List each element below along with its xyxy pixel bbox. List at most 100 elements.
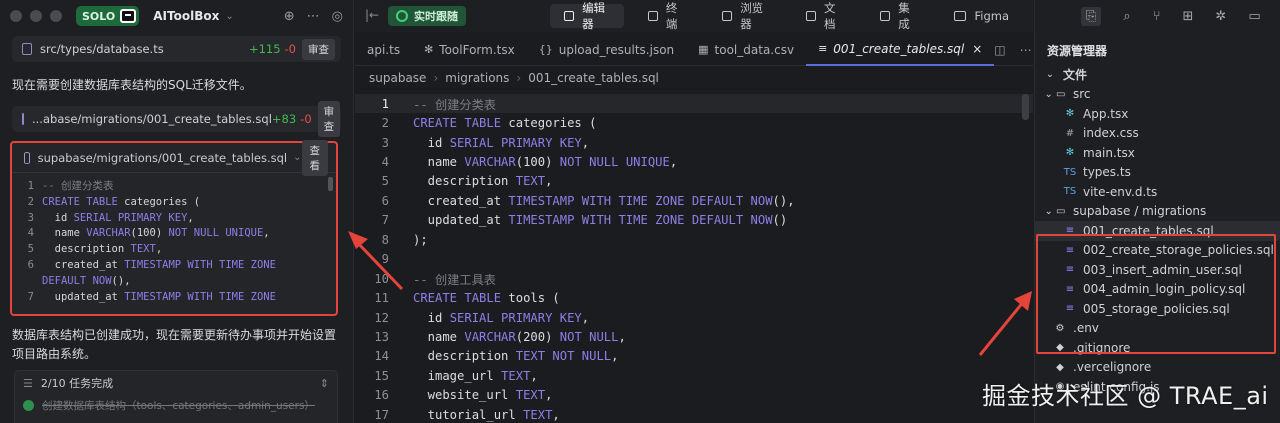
review-button[interactable]: 审查 <box>302 38 335 60</box>
code-line: 3 id SERIAL PRIMARY KEY, <box>12 211 336 227</box>
tree-item[interactable]: ⌄ ▭ supabase / migrations <box>1035 202 1280 222</box>
mode-label: 文档 <box>823 1 836 31</box>
review-button[interactable]: 审查 <box>317 101 341 137</box>
code-text: updated_at TIMESTAMP WITH TIME ZONE DEFA… <box>413 213 788 228</box>
editor-area: |← 实时跟随 编辑器 终端 浏览器 文档 集成 Figma api.ts ✻ ToolFor… <box>355 0 1033 423</box>
more-icon[interactable]: ⋯ <box>1020 43 1032 57</box>
code-line: 4 name VARCHAR(100) NOT NULL UNIQUE, <box>12 226 336 242</box>
collapse-sidebar-icon[interactable]: |← <box>365 8 379 22</box>
tree-item[interactable]: TS types.ts <box>1035 163 1280 183</box>
file-icon: ⌄ ▭ <box>1044 205 1066 217</box>
line-number: 14 <box>374 349 389 364</box>
file-icon: # <box>1065 127 1075 139</box>
line-number: 6 <box>381 193 389 208</box>
code-text: tutorial_url TEXT, <box>413 407 560 422</box>
tree-item[interactable]: ◆ .vercelignore <box>1035 358 1280 378</box>
tree-item[interactable]: # index.css <box>1035 124 1280 144</box>
window-controls[interactable] <box>10 10 62 22</box>
split-editor-icon[interactable]: ◫ <box>994 43 1005 57</box>
live-follow-label: 实时跟随 <box>414 10 458 23</box>
new-chat-icon[interactable]: ⊕ <box>284 9 295 24</box>
more-icon[interactable]: ⋯ <box>307 9 320 24</box>
line-number: 11 <box>374 291 389 306</box>
view-button[interactable]: 查看 <box>301 139 328 176</box>
line-number: 10 <box>374 271 389 286</box>
tree-item[interactable]: ⌄ ▭ src <box>1035 85 1280 105</box>
code-preview-card: supabase/migrations/001_create_tables.sq… <box>10 139 338 316</box>
file-tab[interactable]: ≡ 001_create_tables.sql × <box>806 34 995 66</box>
code-text: created_at TIMESTAMP WITH TIME ZONE <box>42 258 276 271</box>
extensions-icon[interactable]: ⊞ <box>1183 9 1194 24</box>
code-text: updated_at TIMESTAMP WITH TIME ZONE <box>42 290 276 303</box>
mode-tab-1[interactable]: 终端 <box>634 1 698 31</box>
file-tab[interactable]: ▦ tool_data.csv <box>686 34 806 66</box>
files-icon[interactable]: ⎘ <box>1081 6 1102 26</box>
solo-label: SOLO <box>82 9 116 23</box>
code-line: 9 <box>355 250 1033 269</box>
code-text: id SERIAL PRIMARY KEY, <box>413 310 590 325</box>
chevron-right-icon: › <box>516 71 522 85</box>
changed-file-chip[interactable]: src/types/database.ts +115 -0 审查 <box>12 36 341 62</box>
editor-scrollbar[interactable] <box>1022 94 1029 120</box>
assistant-message: 数据库表结构已创建成功，现在需要更新待办事项并开始设置项目路由系统。 <box>12 328 337 361</box>
line-number: 16 <box>374 388 389 403</box>
file-type-icon: ✻ <box>424 43 434 56</box>
chevron-down-icon[interactable]: ⌄ <box>293 152 301 163</box>
chevron-down-icon[interactable]: ⌄ <box>225 11 233 22</box>
code-text: description TEXT, <box>413 174 553 189</box>
live-follow-button[interactable]: 实时跟随 <box>388 6 466 26</box>
code-line: 6 created_at TIMESTAMP WITH TIME ZONE <box>12 258 336 274</box>
mode-tab-0[interactable]: 编辑器 <box>550 1 624 31</box>
code-line: DEFAULT NOW(), <box>12 274 336 290</box>
task-progress[interactable]: ☰ 2/10 任务完成 ⇕ <box>15 371 337 395</box>
code-line: 7 updated_at TIMESTAMP WITH TIME ZONE <box>12 290 336 306</box>
close-icon[interactable]: × <box>972 42 982 56</box>
line-number: 3 <box>27 211 34 224</box>
code-text: ); <box>413 232 428 247</box>
expand-icon[interactable]: ⇕ <box>320 377 329 390</box>
tree-label: types.ts <box>1083 165 1131 180</box>
file-tab[interactable]: {} upload_results.json <box>527 34 686 66</box>
changed-file-chip[interactable]: ...abase/migrations/001_create_tables.sq… <box>12 101 341 137</box>
watermark: 掘金技术社区 @ TRAE_ai <box>982 382 1269 410</box>
task-item-label: 创建数据库表结构（tools、categories、admin_users） <box>42 399 315 412</box>
source-control-icon[interactable]: ⑂ <box>1153 9 1161 24</box>
project-name[interactable]: AIToolBox <box>153 9 219 23</box>
mode-tab-3[interactable]: 文档 <box>792 1 856 31</box>
code-text: id SERIAL PRIMARY KEY, <box>42 211 194 224</box>
lines-added: +115 <box>248 42 281 56</box>
mode-icon <box>880 11 891 21</box>
search-icon[interactable]: ⌕ <box>1123 9 1130 24</box>
mode-label: 集成 <box>898 1 910 31</box>
code-text: -- 创建分类表 <box>42 180 114 192</box>
code-editor[interactable]: 1 -- 创建分类表 2 CREATE TABLE categories (3 id … <box>355 94 1033 423</box>
mode-tab-2[interactable]: 浏览器 <box>708 1 782 31</box>
code-text: name VARCHAR(200) NOT NULL, <box>413 329 626 344</box>
debug-icon[interactable]: ✲ <box>1215 9 1226 24</box>
solo-badge[interactable]: SOLO <box>76 6 140 26</box>
mode-tab-5[interactable]: Figma <box>940 4 1023 28</box>
file-tab[interactable]: api.ts <box>355 34 412 66</box>
file-icon: ✻ <box>1065 147 1075 159</box>
tree-item[interactable]: ⌄ 文件 <box>1035 65 1280 85</box>
breadcrumb-item[interactable]: 001_create_tables.sql <box>528 71 659 85</box>
file-tabs: api.ts ✻ ToolForm.tsx {} upload_results.json… <box>355 34 1033 66</box>
file-tab[interactable]: ✻ ToolForm.tsx <box>412 34 527 66</box>
tree-item[interactable]: ✻ App.tsx <box>1035 104 1280 124</box>
code-line: 1 -- 创建分类表 <box>12 179 336 195</box>
left-topbar: SOLO AIToolBox ⌄ ⊕ ⋯ ◎ <box>0 0 353 32</box>
preview-icon[interactable]: ▭ <box>1248 9 1260 24</box>
account-icon[interactable]: ◎ <box>332 9 343 24</box>
tree-label: 文件 <box>1063 68 1088 83</box>
tree-item[interactable]: TS vite-env.d.ts <box>1035 182 1280 202</box>
mode-icon <box>564 11 575 21</box>
breadcrumb-item[interactable]: migrations <box>445 71 509 85</box>
tab-label: ToolForm.tsx <box>439 42 515 57</box>
tree-item[interactable]: ✻ main.tsx <box>1035 143 1280 163</box>
line-number: 5 <box>27 243 34 256</box>
line-number: 12 <box>374 310 389 325</box>
breadcrumb-item[interactable]: supabase <box>369 71 426 85</box>
mode-tab-4[interactable]: 集成 <box>866 1 930 31</box>
line-number: 2 <box>27 195 34 208</box>
scrollbar[interactable] <box>328 177 333 191</box>
